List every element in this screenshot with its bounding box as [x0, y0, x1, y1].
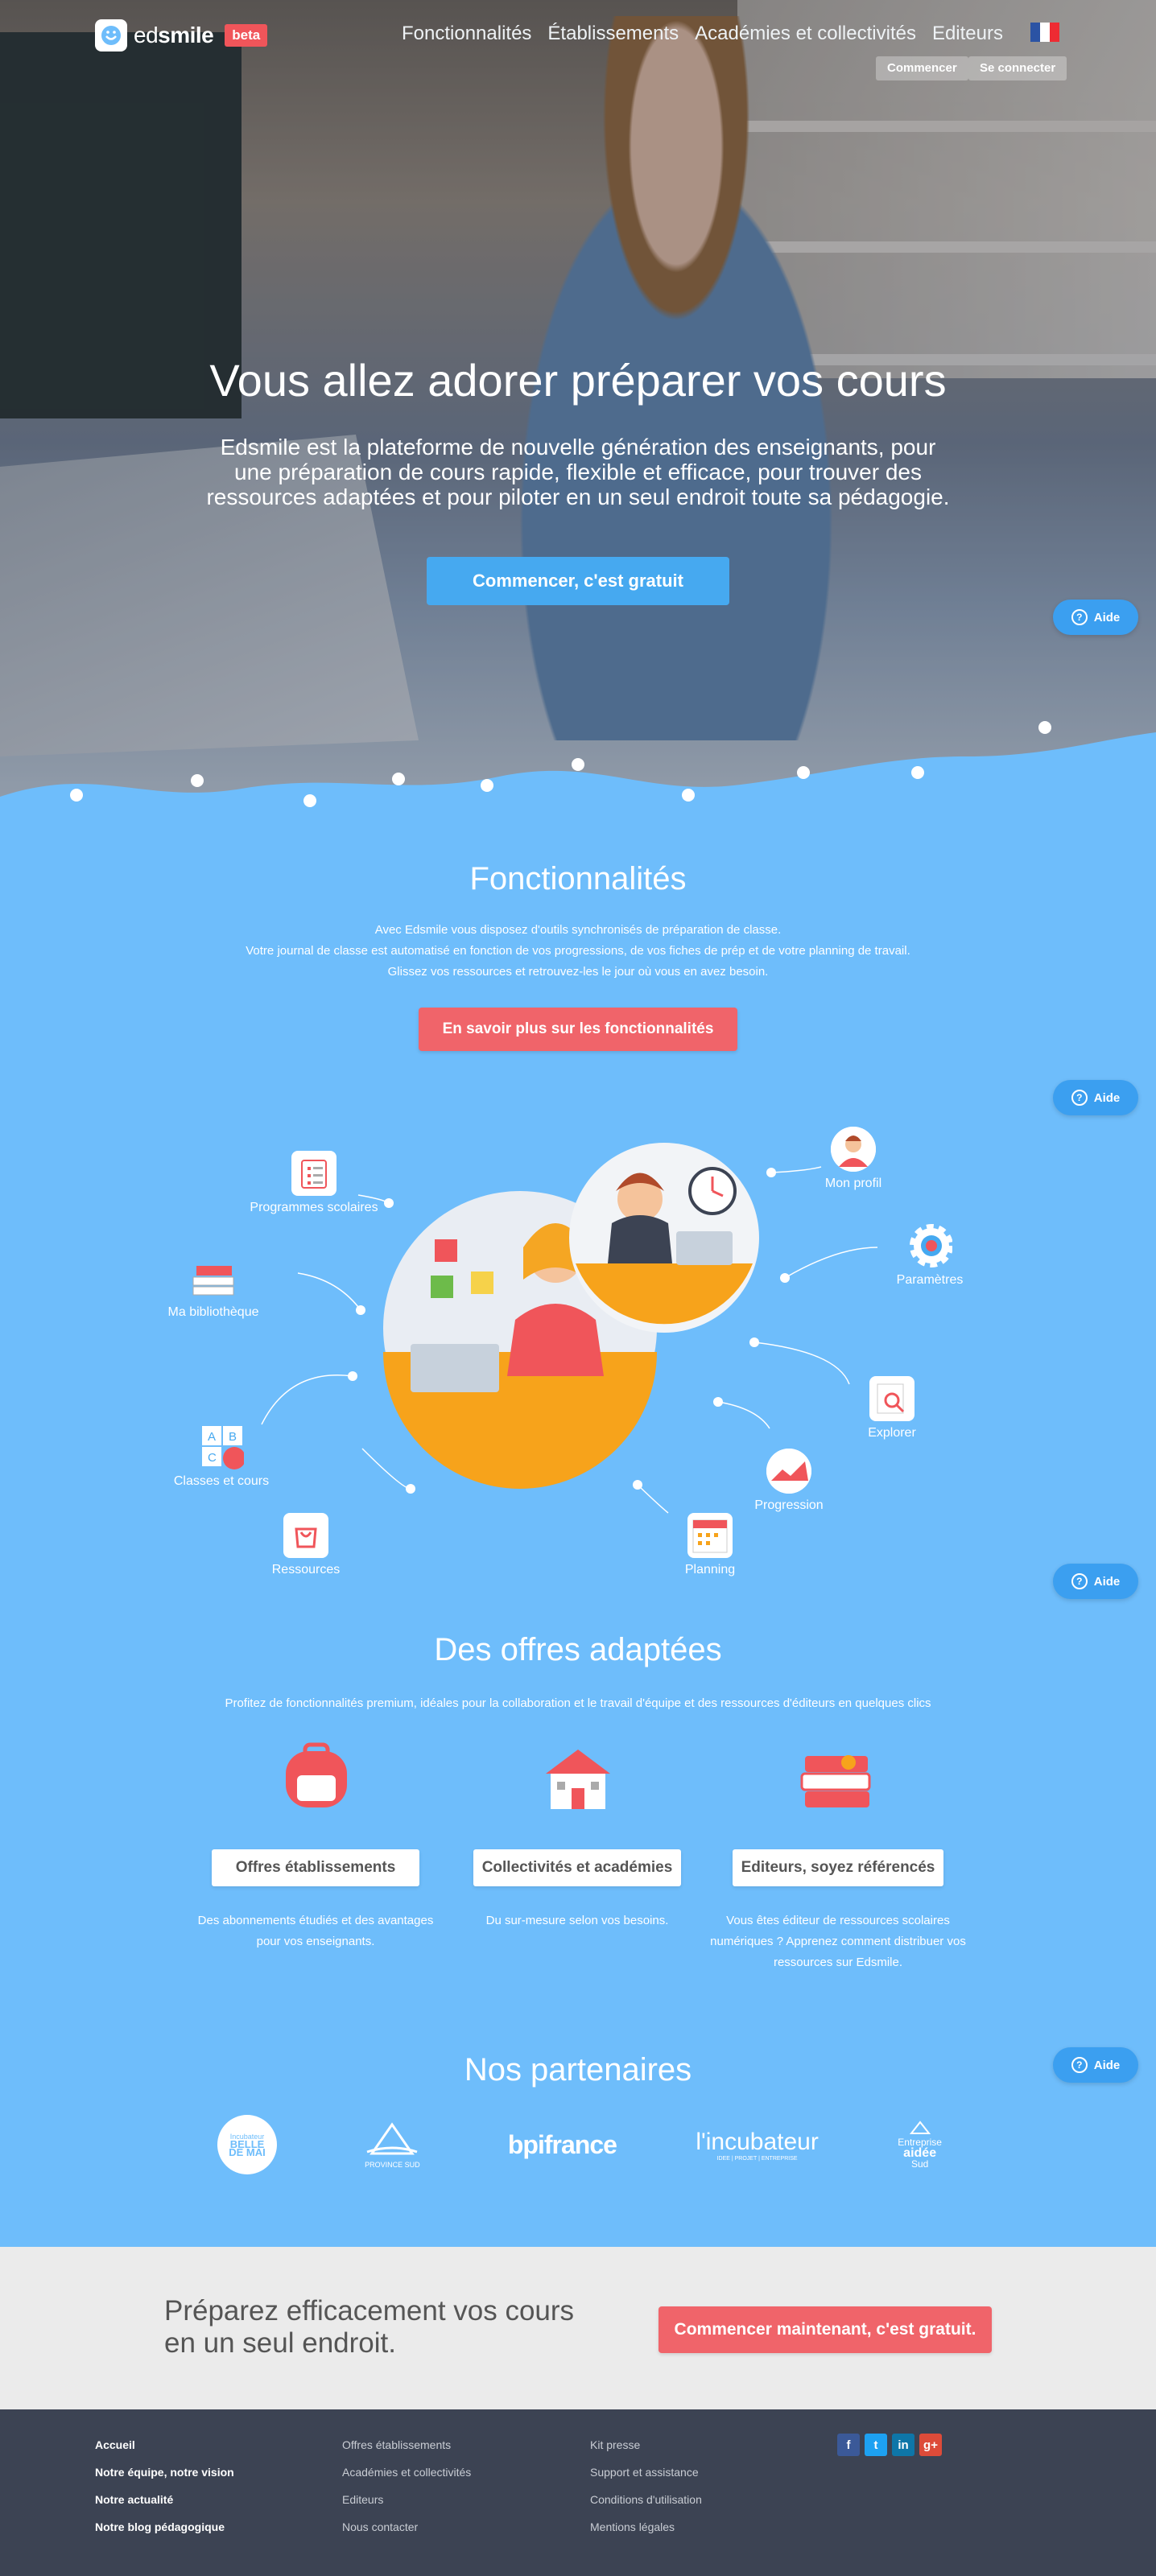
backpack-icon	[276, 1738, 357, 1819]
footer-link[interactable]: Notre équipe, notre vision	[95, 2466, 234, 2479]
books-icon	[191, 1255, 236, 1300]
facebook-icon[interactable]: f	[837, 2434, 860, 2456]
linkedin-icon[interactable]: in	[892, 2434, 914, 2456]
footer-link[interactable]: Editeurs	[342, 2493, 471, 2506]
clipboard-icon	[291, 1151, 336, 1196]
footer-link[interactable]: Conditions d'utilisation	[590, 2493, 702, 2506]
feature-ma-bibliotheque[interactable]: Ma bibliothèque	[145, 1255, 282, 1320]
offer-editeurs-button[interactable]: Editeurs, soyez référencés	[733, 1849, 943, 1886]
nav-start-button[interactable]: Commencer	[876, 56, 968, 80]
partner-entreprise-aidee-logo[interactable]: Entreprise aidée Sud	[898, 2120, 942, 2170]
offers-title: Des offres adaptées	[434, 1632, 722, 1667]
feature-explorer[interactable]: Explorer	[836, 1376, 948, 1440]
feature-programmes-scolaires[interactable]: Programmes scolaires	[242, 1151, 386, 1215]
help-button[interactable]: ?Aide	[1053, 600, 1138, 635]
abc-blocks-icon: ABC	[199, 1424, 244, 1469]
gear-icon	[907, 1223, 952, 1268]
features-title: Fonctionnalités	[469, 861, 687, 896]
footer-link[interactable]: Notre actualité	[95, 2493, 234, 2506]
offer-etablissements-text: Des abonnements étudiés et des avantages…	[197, 1914, 434, 1948]
school-building-icon	[538, 1738, 618, 1819]
offer-collectivites-button[interactable]: Collectivités et académies	[473, 1849, 681, 1886]
offers-subtitle: Profitez de fonctionnalités premium, idé…	[225, 1696, 931, 1710]
question-icon: ?	[1071, 609, 1088, 625]
feature-classes-et-cours[interactable]: ABC Classes et cours	[153, 1424, 290, 1489]
nav-item-editeurs[interactable]: Editeurs	[932, 23, 1003, 45]
cta-text: Préparez efficacement vos cours en un se…	[164, 2295, 575, 2359]
svg-text:A: A	[208, 1430, 216, 1444]
nav-item-etablissements[interactable]: Établissements	[547, 23, 679, 45]
chart-icon	[766, 1449, 811, 1494]
footer-link[interactable]: Accueil	[95, 2438, 234, 2451]
logo-smile-icon	[95, 19, 127, 52]
offer-collectivites-text: Du sur-mesure selon vos besoins.	[485, 1914, 669, 1927]
footer-column-3: Kit presse Support et assistance Conditi…	[590, 2438, 702, 2533]
partners-logos: Incubateur BELLE DE MAI PROVINCE SUD bpifr…	[217, 2108, 942, 2181]
hero-cta-button[interactable]: Commencer, c'est gratuit	[427, 557, 729, 605]
login-button[interactable]: Se connecter	[968, 56, 1067, 80]
magnifier-icon	[869, 1376, 914, 1421]
logo[interactable]: edsmile beta	[95, 19, 268, 52]
footer-column-1: Accueil Notre équipe, notre vision Notre…	[95, 2438, 234, 2533]
footer-link[interactable]: Mentions légales	[590, 2520, 702, 2533]
social-links: f t in g+	[837, 2434, 942, 2456]
beta-badge: beta	[225, 24, 268, 47]
svg-text:B: B	[229, 1430, 237, 1444]
main-nav: Fonctionnalités Établissements Académies…	[402, 23, 1003, 45]
footer-link[interactable]: Notre blog pédagogique	[95, 2520, 234, 2533]
language-flag-icon[interactable]	[1030, 23, 1059, 42]
partner-belle-de-mai-logo[interactable]: Incubateur BELLE DE MAI	[217, 2115, 277, 2174]
partners-title: Nos partenaires	[464, 2052, 692, 2088]
features-more-button[interactable]: En savoir plus sur les fonctionnalités	[419, 1008, 737, 1051]
footer-link[interactable]: Académies et collectivités	[342, 2466, 471, 2479]
google-plus-icon[interactable]: g+	[919, 2434, 942, 2456]
footer-link[interactable]: Support et assistance	[590, 2466, 702, 2479]
features-diagram: Programmes scolaires Ma bibliothèque ABC…	[0, 1111, 1156, 1609]
footer-column-2: Offres établissements Académies et colle…	[342, 2438, 471, 2533]
feature-mon-profil[interactable]: Mon profil	[797, 1127, 910, 1191]
hero-subtitle: Edsmile est la plateforme de nouvelle gé…	[206, 435, 950, 509]
calendar-icon	[687, 1513, 733, 1558]
feature-progression[interactable]: Progression	[733, 1449, 845, 1513]
feature-parametres[interactable]: Paramètres	[873, 1223, 986, 1288]
hero-title: Vous allez adorer préparer vos cours	[209, 355, 947, 406]
twitter-icon[interactable]: t	[865, 2434, 887, 2456]
profile-icon	[831, 1127, 876, 1172]
offer-editeurs-text: Vous êtes éditeur de ressources scolaire…	[710, 1914, 966, 1969]
footer-link[interactable]: Kit presse	[590, 2438, 702, 2451]
book-stack-icon	[797, 1738, 877, 1819]
footer-link[interactable]: Offres établissements	[342, 2438, 471, 2451]
partner-bpifrance-logo[interactable]: bpifrance	[508, 2130, 617, 2160]
footer-link[interactable]: Nous contacter	[342, 2520, 471, 2533]
bag-icon	[283, 1513, 328, 1558]
partner-province-sud-logo[interactable]: PROVINCE SUD	[356, 2121, 428, 2169]
logo-text: edsmile	[134, 23, 214, 47]
nav-item-fonctionnalites[interactable]: Fonctionnalités	[402, 23, 531, 45]
partner-incubateur-logo[interactable]: l'incubateur IDEE | PROJET | ENTREPRISE	[696, 2129, 819, 2162]
question-icon: ?	[1071, 1090, 1088, 1106]
svg-text:C: C	[208, 1451, 217, 1465]
feature-ressources[interactable]: Ressources	[250, 1513, 362, 1577]
feature-planning[interactable]: Planning	[654, 1513, 766, 1577]
cta-start-button[interactable]: Commencer maintenant, c'est gratuit.	[659, 2306, 992, 2353]
offer-etablissements-button[interactable]: Offres établissements	[212, 1849, 419, 1886]
features-description: Avec Edsmile vous disposez d'outils sync…	[246, 923, 910, 979]
hero-wave-divider	[0, 721, 1156, 821]
nav-item-academies[interactable]: Académies et collectivités	[695, 23, 916, 45]
